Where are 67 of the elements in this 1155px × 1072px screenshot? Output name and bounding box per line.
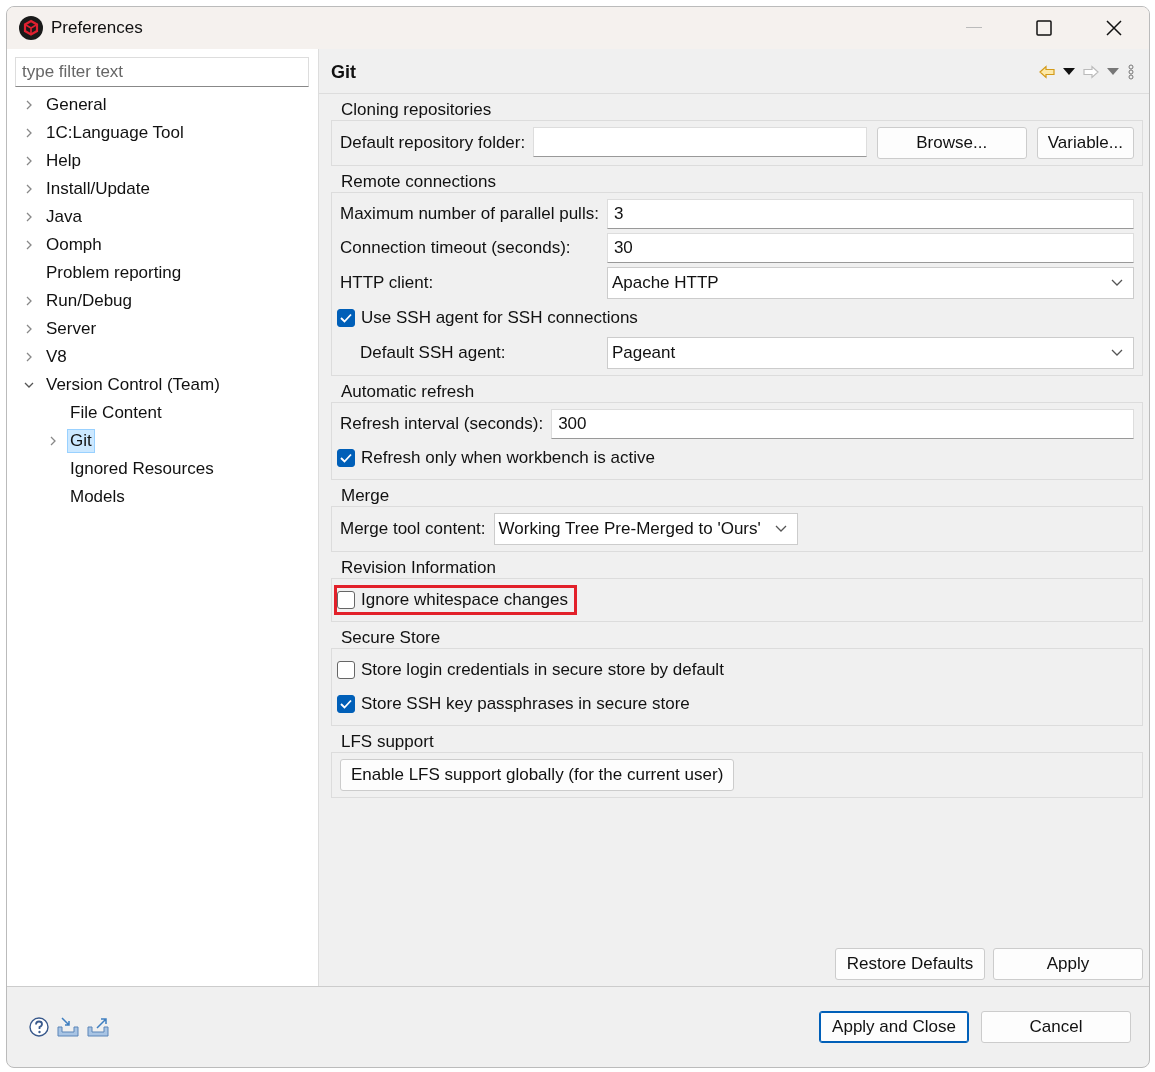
close-button[interactable] xyxy=(1106,20,1122,36)
restore-defaults-button[interactable]: Restore Defaults xyxy=(835,948,985,980)
input-field[interactable]: 30 xyxy=(606,233,1134,263)
group-title: Revision Information xyxy=(340,558,497,578)
tree-item[interactable]: Git xyxy=(39,427,318,455)
checkbox[interactable]: Store login credentials in secure store by default xyxy=(334,655,733,685)
tree-item[interactable]: V8 xyxy=(15,343,318,371)
tree-item[interactable]: 1C:Language Tool xyxy=(15,119,318,147)
export-icon[interactable] xyxy=(87,1017,109,1037)
checkbox[interactable]: Store SSH key passphrases in secure store xyxy=(334,689,699,719)
import-icon[interactable] xyxy=(57,1017,79,1037)
tree-item[interactable]: General xyxy=(15,91,318,119)
app-icon xyxy=(19,16,43,40)
filter-field[interactable]: type filter text xyxy=(15,57,309,87)
group-title: Merge xyxy=(340,486,391,506)
enable-lfs-button[interactable]: Enable LFS support globally (for the current user) xyxy=(340,759,735,791)
tree-item[interactable]: Java xyxy=(15,203,318,231)
input-field[interactable]: 3 xyxy=(606,199,1134,229)
maximize-button[interactable] xyxy=(1036,20,1052,36)
back-arrow-icon[interactable] xyxy=(1039,65,1055,79)
more-icon[interactable] xyxy=(1127,64,1135,80)
checkbox[interactable]: Ignore whitespace changes xyxy=(334,585,577,615)
dropdown[interactable]: Apache HTTP xyxy=(606,267,1134,299)
field-label: HTTP client: xyxy=(340,273,435,293)
tree-item[interactable]: Ignored Resources xyxy=(39,455,318,483)
field-label: Merge tool content: xyxy=(340,519,486,539)
field-label: Refresh interval (seconds): xyxy=(340,414,544,434)
variables-button[interactable]: Variable... xyxy=(1036,127,1134,159)
field-label: Default repository folder: xyxy=(340,133,526,153)
dropdown[interactable]: Working Tree Pre-Merged to 'Ours' xyxy=(493,513,798,545)
group-title: Cloning repositories xyxy=(340,100,493,120)
tree-item[interactable]: Models xyxy=(39,483,318,511)
input-field[interactable]: 300 xyxy=(551,409,1134,439)
tree-item[interactable]: Problem reporting xyxy=(15,259,318,287)
dropdown-arrow-icon[interactable] xyxy=(1063,68,1075,76)
browse-button[interactable]: Browse... xyxy=(876,127,1027,159)
group-title: LFS support xyxy=(340,732,435,752)
field-label: Default SSH agent: xyxy=(359,343,507,363)
checkmark-icon xyxy=(340,699,352,709)
page-title: Git xyxy=(331,61,357,83)
field-label: Connection timeout (seconds): xyxy=(340,238,572,258)
group-title: Secure Store xyxy=(340,628,442,648)
apply-button[interactable]: Apply xyxy=(993,948,1143,980)
checkmark-icon xyxy=(340,453,352,463)
checkmark-icon xyxy=(340,313,352,323)
chevron-icon xyxy=(774,525,787,533)
apply-and-close-button[interactable]: Apply and Close xyxy=(819,1011,969,1043)
tree-item[interactable]: Install/Update xyxy=(15,175,318,203)
checkbox[interactable]: Refresh only when workbench is active xyxy=(334,443,664,473)
help-icon[interactable] xyxy=(29,1017,49,1037)
cancel-button[interactable]: Cancel xyxy=(981,1011,1131,1043)
window-title: Preferences xyxy=(51,18,144,38)
tree-item[interactable]: Run/Debug xyxy=(15,287,318,315)
field-label: Maximum number of parallel pulls: xyxy=(340,204,599,224)
forward-arrow-icon[interactable] xyxy=(1083,65,1099,79)
dropdown[interactable]: Pageant xyxy=(606,337,1134,369)
checkbox[interactable]: Use SSH agent for SSH connections xyxy=(334,303,647,333)
tree-item[interactable]: File Content xyxy=(39,399,318,427)
tree-item[interactable]: Version Control (Team) xyxy=(15,371,318,399)
tree-item[interactable]: Oomph xyxy=(15,231,318,259)
group-title: Automatic refresh xyxy=(340,382,476,402)
chevron-icon xyxy=(1111,279,1123,287)
chevron-icon xyxy=(1111,349,1123,357)
group-title: Remote connections xyxy=(340,172,497,192)
tree-item[interactable]: Server xyxy=(15,315,318,343)
tree-item[interactable]: Help xyxy=(15,147,318,175)
input-field[interactable] xyxy=(533,127,867,157)
